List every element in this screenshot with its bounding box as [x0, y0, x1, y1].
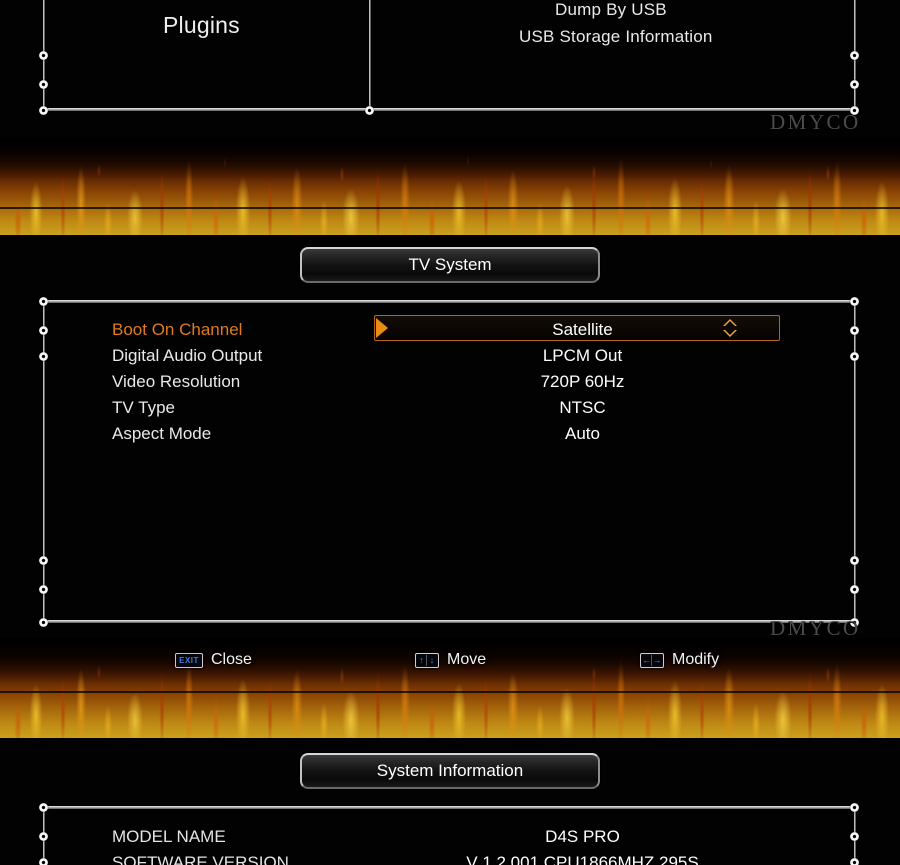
hint-close[interactable]: EXIT Close — [175, 651, 252, 669]
frame-node — [39, 80, 48, 89]
option-label: TV Type — [112, 398, 175, 417]
option-label: Aspect Mode — [112, 424, 212, 443]
sysinfo-label: SOFTWARE VERSION — [112, 853, 289, 865]
left-right-arrows-icon[interactable]: ← → — [640, 652, 664, 668]
flame-fade-layer — [0, 137, 900, 235]
sysinfo-top-rail — [40, 806, 858, 809]
left-arrow-glyph: ← — [642, 654, 652, 666]
frame-node — [39, 618, 48, 627]
hint-modify[interactable]: ← → Modify — [640, 651, 719, 669]
flame-seam — [0, 207, 900, 209]
top-panel-bottom-rail — [40, 108, 858, 111]
frame-node — [39, 803, 48, 812]
exit-key-label: EXIT — [179, 655, 199, 665]
system-information-tab-label: System Information — [376, 761, 524, 780]
option-row-tv-type[interactable]: TV Type NTSC — [0, 398, 900, 422]
tv-panel-top-rail — [40, 300, 858, 303]
hint-label: Close — [211, 651, 252, 668]
option-row-boot-on-channel[interactable]: Boot On Channel Satellite — [0, 315, 900, 344]
frame-node — [850, 80, 859, 89]
frame-node — [39, 585, 48, 594]
option-value[interactable]: Satellite — [405, 320, 760, 340]
watermark-top: DMYCO — [770, 110, 861, 134]
frame-node — [850, 51, 859, 60]
exit-key-icon[interactable]: EXIT — [175, 652, 203, 668]
sysinfo-row-model-name: MODEL NAME D4S PRO — [0, 827, 900, 853]
tv-system-tab-label: TV System — [408, 255, 492, 274]
sysinfo-label: MODEL NAME — [112, 827, 226, 846]
hint-label: Modify — [672, 651, 720, 668]
sysinfo-value: V 1.2.001 CPU1866MHZ 295S — [466, 853, 699, 865]
up-down-arrows-icon[interactable]: ↑ ↓ — [415, 652, 439, 668]
tv-panel-bottom-rail — [40, 620, 858, 623]
option-label: Boot On Channel — [112, 320, 243, 339]
frame-node — [850, 585, 859, 594]
menu-item-dump-by-usb[interactable]: Dump By USB — [555, 0, 667, 20]
top-panel-frame — [0, 0, 900, 115]
selection-arrow-icon — [376, 318, 388, 338]
frame-node — [365, 106, 374, 115]
plugins-label[interactable]: Plugins — [163, 12, 240, 39]
down-arrow-glyph: ↓ — [427, 654, 437, 666]
sysinfo-value: D4S PRO — [545, 827, 620, 846]
option-label: Video Resolution — [112, 372, 241, 391]
top-panel-column-divider — [369, 0, 371, 110]
frame-node — [850, 556, 859, 565]
frame-node — [39, 51, 48, 60]
flame-seam — [0, 691, 900, 693]
system-information-tab-button[interactable]: System Information — [300, 753, 600, 789]
option-value[interactable]: 720P 60Hz — [405, 372, 760, 392]
option-row-video-resolution[interactable]: Video Resolution 720P 60Hz — [0, 372, 900, 396]
option-label: Digital Audio Output — [112, 346, 263, 365]
option-value[interactable]: LPCM Out — [405, 346, 760, 366]
menu-item-usb-storage-information[interactable]: USB Storage Information — [519, 27, 713, 47]
frame-node — [850, 803, 859, 812]
frame-node — [850, 297, 859, 306]
flame-band-top — [0, 137, 900, 235]
tv-system-tab-button[interactable]: TV System — [300, 247, 600, 283]
tv-settings-screen: Plugins Dump By USB USB Storage Informat… — [0, 0, 900, 865]
option-value[interactable]: NTSC — [405, 398, 760, 418]
frame-node — [39, 556, 48, 565]
right-arrow-glyph: → — [652, 654, 662, 666]
sysinfo-row-software-version: SOFTWARE VERSION V 1.2.001 CPU1866MHZ 29… — [0, 853, 900, 865]
frame-node — [39, 297, 48, 306]
option-row-aspect-mode[interactable]: Aspect Mode Auto — [0, 424, 900, 448]
frame-node — [39, 106, 48, 115]
hint-move[interactable]: ↑ ↓ Move — [415, 651, 486, 669]
hint-label: Move — [447, 651, 487, 668]
option-row-digital-audio-output[interactable]: Digital Audio Output LPCM Out — [0, 346, 900, 370]
option-value[interactable]: Auto — [405, 424, 760, 444]
up-arrow-glyph: ↑ — [417, 654, 427, 666]
